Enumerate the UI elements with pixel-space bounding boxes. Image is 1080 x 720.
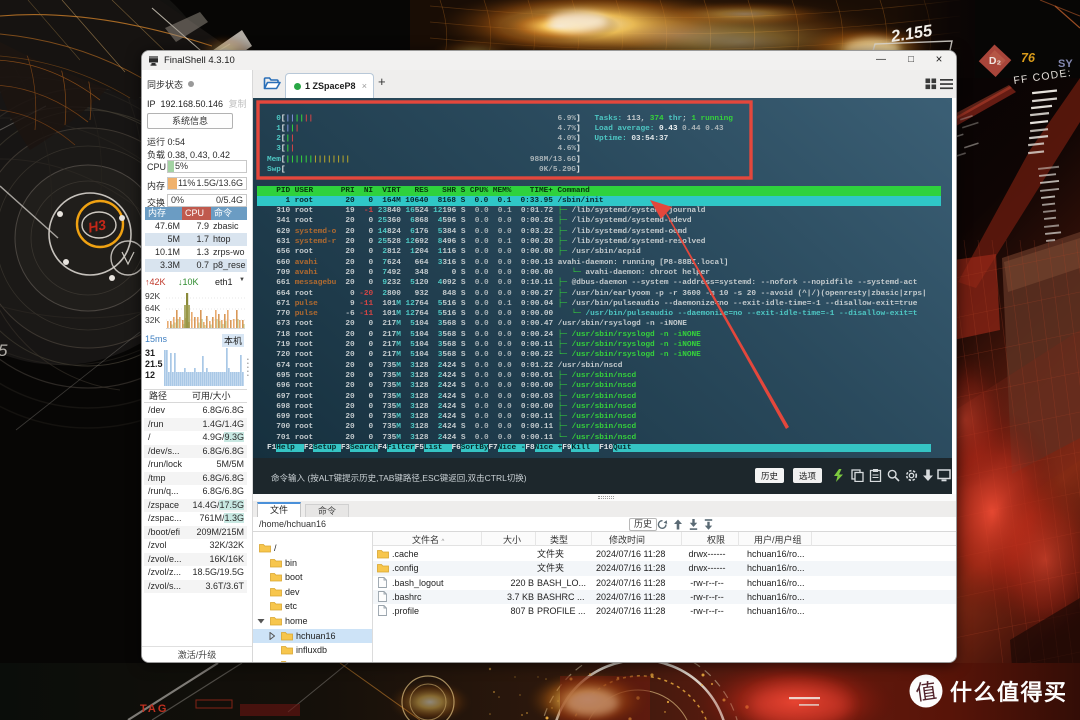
svg-text:76: 76: [1021, 51, 1036, 65]
svg-text:什么值得买: 什么值得买: [950, 675, 1068, 707]
svg-text:TAG: TAG: [140, 703, 168, 715]
svg-text:D₂: D₂: [989, 55, 1002, 67]
svg-text:值: 值: [914, 675, 939, 708]
svg-text:5: 5: [0, 341, 8, 360]
